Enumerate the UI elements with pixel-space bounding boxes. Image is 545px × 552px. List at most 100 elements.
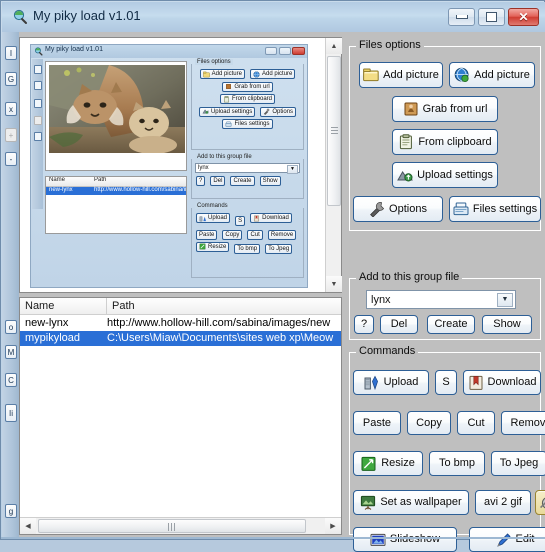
sidebar-item-tool-c[interactable]: C bbox=[5, 373, 17, 387]
mini-remove-button[interactable]: Remove bbox=[267, 229, 297, 240]
preview-canvas[interactable]: My piky load v1.01 Name Path new-lynx ht… bbox=[20, 38, 325, 292]
download-button[interactable]: Download bbox=[463, 370, 541, 395]
file-list-horizontal-scrollbar[interactable]: ◀ ▶ bbox=[20, 517, 341, 534]
files-settings-button[interactable]: Files settings bbox=[449, 196, 541, 222]
resize-button[interactable]: Resize bbox=[353, 451, 423, 476]
mini-tool-i[interactable] bbox=[34, 65, 42, 74]
mini-list-item[interactable]: new-lynx http://www.hollow-hill.com/sabi… bbox=[46, 187, 186, 195]
mini-s-button[interactable]: S bbox=[235, 215, 246, 226]
mini-to-jpeg-button[interactable]: To Jpeg bbox=[265, 244, 293, 254]
sidebar-item-tool-g2[interactable]: g bbox=[5, 504, 17, 518]
mini-resize-button[interactable]: Resize bbox=[196, 241, 230, 252]
grab-from-url-label: Grab from url bbox=[422, 102, 488, 115]
mini-options-button[interactable]: Options bbox=[260, 106, 297, 117]
set-as-wallpaper-button[interactable]: Set as wallpaper bbox=[353, 490, 469, 515]
scroll-left-icon[interactable]: ◀ bbox=[20, 518, 36, 534]
mini-col-name: Name bbox=[49, 177, 66, 183]
mini-help-button[interactable]: ? bbox=[196, 176, 206, 186]
folder-icon bbox=[202, 71, 210, 77]
maximize-icon bbox=[486, 12, 497, 22]
mini-maximize-button[interactable] bbox=[279, 47, 291, 55]
upload-button[interactable]: Upload bbox=[353, 370, 429, 395]
grab-from-url-button[interactable]: Grab from url bbox=[392, 96, 498, 122]
sidebar-item-tool-minus[interactable]: - bbox=[5, 152, 17, 166]
mini-tool-g[interactable] bbox=[34, 81, 42, 90]
row-path: http://www.hollow-hill.com/sabina/images… bbox=[107, 317, 331, 329]
files-settings-label: Files settings bbox=[472, 202, 538, 215]
avi-2-gif-button[interactable]: avi 2 gif bbox=[475, 490, 531, 515]
mini-add-picture-folder-label: Add picture bbox=[211, 71, 242, 77]
preview-vertical-scrollbar[interactable]: ▲ ▼ bbox=[325, 38, 342, 292]
upload-icon bbox=[199, 216, 206, 221]
remove-button[interactable]: Remove bbox=[501, 411, 545, 435]
upload-settings-button[interactable]: Upload settings bbox=[392, 162, 498, 188]
column-header-name[interactable]: Name bbox=[20, 298, 107, 315]
sidebar-item-tool-i[interactable]: I bbox=[5, 46, 17, 60]
help-button[interactable]: ? bbox=[354, 315, 374, 334]
show-button[interactable]: Show bbox=[482, 315, 532, 334]
group-file-combo[interactable]: lynx ▼ bbox=[366, 290, 516, 309]
mini-paste-button[interactable]: Paste bbox=[196, 229, 218, 240]
mini-help-label: ? bbox=[199, 178, 203, 184]
mini-from-clipboard-button[interactable]: From clipboard bbox=[219, 94, 275, 104]
table-row[interactable]: new-lynx http://www.hollow-hill.com/sabi… bbox=[20, 316, 341, 331]
maximize-button[interactable] bbox=[478, 8, 505, 26]
mini-minimize-button[interactable] bbox=[265, 47, 277, 55]
mini-del-button[interactable]: Del bbox=[210, 176, 226, 186]
file-list-hscroll-thumb[interactable] bbox=[38, 519, 306, 533]
from-clipboard-button[interactable]: From clipboard bbox=[392, 129, 498, 155]
to-jpeg-button[interactable]: To Jpeg bbox=[491, 451, 545, 476]
mini-add-picture-folder-button[interactable]: Add picture bbox=[199, 69, 245, 79]
mini-tool-minus[interactable] bbox=[34, 132, 42, 141]
mini-tool-x[interactable] bbox=[34, 99, 42, 108]
table-row[interactable]: mypikyload C:\Users\Miaw\Documents\sites… bbox=[20, 331, 341, 346]
mini-upload-settings-button[interactable]: Upload settings bbox=[198, 106, 256, 117]
copy-button[interactable]: Copy bbox=[407, 411, 451, 435]
paste-button[interactable]: Paste bbox=[353, 411, 401, 435]
mini-close-button[interactable] bbox=[292, 47, 305, 55]
mini-download-button[interactable]: Download bbox=[250, 213, 292, 223]
mini-grab-from-url-button[interactable]: Grab from url bbox=[222, 81, 273, 92]
add-picture-web-button[interactable]: Add picture bbox=[449, 62, 535, 88]
mini-cut-button[interactable]: Cut bbox=[247, 229, 263, 240]
to-bmp-button[interactable]: To bmp bbox=[429, 451, 485, 476]
sidebar-item-tool-ii[interactable]: Ii bbox=[5, 404, 17, 422]
close-button[interactable]: ✕ bbox=[508, 8, 539, 26]
scroll-right-icon[interactable]: ▶ bbox=[325, 518, 341, 534]
chevron-down-icon[interactable]: ▼ bbox=[497, 293, 513, 307]
sidebar-item-tool-g[interactable]: G bbox=[5, 72, 17, 86]
gif-tool-button[interactable] bbox=[535, 490, 545, 515]
cut-button[interactable]: Cut bbox=[457, 411, 495, 435]
chevron-down-icon[interactable]: ▼ bbox=[287, 165, 298, 174]
to-jpeg-label: To Jpeg bbox=[499, 457, 539, 469]
file-list[interactable]: Name Path new-lynx http://www.hollow-hil… bbox=[19, 297, 342, 535]
s-label: S bbox=[442, 376, 450, 388]
sidebar-item-tool-m[interactable]: M bbox=[5, 345, 17, 359]
mini-resize-label: Resize bbox=[208, 243, 227, 250]
sidebar-item-tool-o[interactable]: o bbox=[5, 320, 17, 334]
column-header-path[interactable]: Path bbox=[107, 298, 343, 315]
create-button[interactable]: Create bbox=[427, 315, 475, 334]
scroll-down-icon[interactable]: ▼ bbox=[326, 276, 342, 292]
s-button[interactable]: S bbox=[435, 370, 457, 395]
mini-file-list[interactable]: Name Path new-lynx http://www.hollow-hil… bbox=[45, 176, 187, 234]
mini-upload-button[interactable]: Upload bbox=[196, 213, 231, 223]
mini-group-legend: Add to this group file bbox=[195, 154, 254, 160]
mini-create-button[interactable]: Create bbox=[230, 176, 255, 186]
options-button[interactable]: Options bbox=[353, 196, 443, 222]
del-label: Del bbox=[390, 318, 408, 330]
mini-to-bmp-button[interactable]: To bmp bbox=[234, 244, 261, 254]
preview-vscroll-thumb[interactable] bbox=[327, 56, 341, 206]
scroll-up-icon[interactable]: ▲ bbox=[326, 38, 342, 54]
sidebar-item-tool-x[interactable]: x bbox=[5, 102, 17, 116]
sidebar-item-tool-plus[interactable]: + bbox=[5, 128, 17, 142]
mini-show-button[interactable]: Show bbox=[259, 176, 281, 186]
mini-add-picture-web-button[interactable]: Add picture bbox=[250, 69, 296, 79]
mini-copy-button[interactable]: Copy bbox=[222, 229, 243, 240]
add-picture-folder-button[interactable]: Add picture bbox=[359, 62, 443, 88]
minimize-button[interactable] bbox=[448, 8, 475, 26]
del-button[interactable]: Del bbox=[380, 315, 418, 334]
mini-tool-plus[interactable] bbox=[34, 116, 42, 125]
mini-group-combo[interactable]: lynx ▼ bbox=[195, 163, 300, 174]
mini-files-settings-button[interactable]: Files settings bbox=[222, 119, 273, 129]
